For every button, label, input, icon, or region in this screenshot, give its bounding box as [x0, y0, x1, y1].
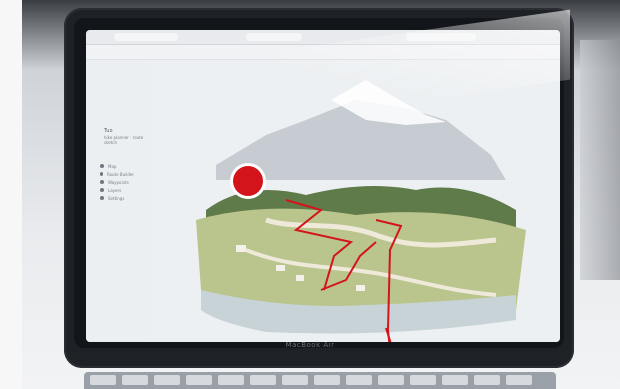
- sidebar-item-layers[interactable]: Layers: [100, 187, 134, 193]
- sidebar-item-label: Map: [108, 163, 117, 169]
- house: [356, 285, 365, 291]
- sidebar-item-route[interactable]: Route Builder: [100, 171, 134, 177]
- layers-icon: [100, 188, 104, 192]
- map-icon: [100, 164, 104, 168]
- sidebar-subtitle: hike planner · route sketch: [104, 135, 144, 145]
- key: [346, 375, 372, 385]
- key: [314, 375, 340, 385]
- sidebar-item-map[interactable]: Map: [100, 163, 134, 169]
- key: [442, 375, 468, 385]
- key: [506, 375, 532, 385]
- tab-2[interactable]: [246, 33, 302, 41]
- key: [122, 375, 148, 385]
- sidebar: Tuo hike planner · route sketch Map Rout…: [86, 60, 146, 342]
- key: [250, 375, 276, 385]
- sidebar-item-label: Waypoints: [108, 179, 129, 185]
- right-shadow: [580, 40, 620, 280]
- sidebar-item-label: Layers: [108, 187, 122, 193]
- key: [410, 375, 436, 385]
- key: [282, 375, 308, 385]
- key: [186, 375, 212, 385]
- sidebar-title: Tuo: [104, 128, 113, 134]
- house: [296, 275, 304, 281]
- house: [276, 265, 285, 271]
- key: [90, 375, 116, 385]
- house: [236, 245, 246, 252]
- waypoint-icon: [100, 180, 104, 184]
- sidebar-item-label: Route Builder: [106, 171, 134, 177]
- key: [378, 375, 404, 385]
- sidebar-item-waypoints[interactable]: Waypoints: [100, 179, 134, 185]
- route-icon: [100, 172, 103, 176]
- laptop-brand: MacBook Air: [285, 341, 335, 349]
- gear-icon: [100, 196, 104, 200]
- left-edge: [0, 0, 22, 389]
- key: [218, 375, 244, 385]
- key: [154, 375, 180, 385]
- record-button[interactable]: [233, 166, 263, 196]
- sidebar-item-settings[interactable]: Settings: [100, 195, 134, 201]
- sidebar-item-label: Settings: [108, 195, 125, 201]
- key: [474, 375, 500, 385]
- keyboard-row: [84, 372, 556, 389]
- tab-1[interactable]: [114, 33, 178, 41]
